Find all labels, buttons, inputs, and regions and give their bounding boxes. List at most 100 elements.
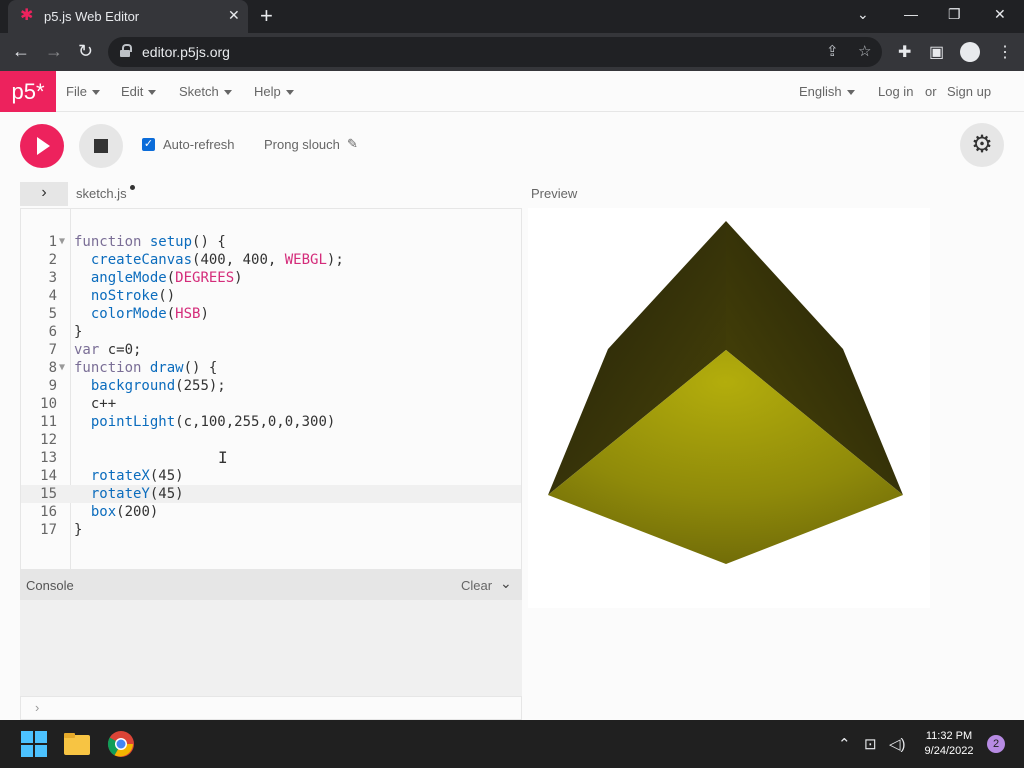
network-icon[interactable]: ⊡ bbox=[864, 735, 877, 753]
code-line[interactable]: 6} bbox=[21, 323, 521, 341]
code-line[interactable]: 14 rotateX(45) bbox=[21, 467, 521, 485]
chevron-down-icon[interactable]: ⌄ bbox=[500, 575, 512, 592]
line-number: 4 bbox=[48, 288, 57, 304]
code-lines[interactable]: 1 ▼ function setup() {2 createCanvas(400, … bbox=[21, 233, 521, 539]
line-number: 6 bbox=[48, 324, 57, 340]
line-number: 15 bbox=[40, 486, 57, 502]
settings-gear-icon[interactable]: ⚙ bbox=[960, 123, 1004, 167]
code-text[interactable]: createCanvas(400, 400, WEBGL); bbox=[74, 251, 344, 269]
code-line[interactable]: 15 rotateY(45) bbox=[21, 485, 521, 503]
console-clear-button[interactable]: Clear bbox=[461, 578, 492, 593]
browser-menu-icon[interactable]: ⋮ bbox=[997, 42, 1013, 62]
login-link[interactable]: Log in bbox=[878, 84, 913, 99]
menu-help[interactable]: Help bbox=[254, 84, 294, 99]
notification-badge[interactable]: 2 bbox=[987, 735, 1005, 753]
close-tab-icon[interactable]: ✕ bbox=[228, 7, 240, 24]
or-text: or bbox=[925, 84, 937, 99]
code-text[interactable]: function draw() { bbox=[74, 359, 217, 377]
console-input[interactable]: › bbox=[20, 696, 522, 720]
code-text[interactable]: } bbox=[74, 521, 82, 539]
sidebar-toggle-chevron-right-icon[interactable]: › bbox=[20, 182, 68, 206]
menu-file[interactable]: File bbox=[66, 84, 100, 99]
new-tab-icon[interactable]: + bbox=[260, 4, 273, 28]
play-button[interactable] bbox=[20, 124, 64, 168]
clock-date: 9/24/2022 bbox=[924, 745, 974, 757]
p5-nav-bar: p5* File Edit Sketch Help English Log in… bbox=[0, 71, 1024, 112]
browser-tab-strip: ✱ p5.js Web Editor ✕ + ⌄ — ❐ ✕ bbox=[0, 0, 1024, 33]
stop-button[interactable] bbox=[79, 124, 123, 168]
code-text[interactable]: pointLight(c,100,255,0,0,300) bbox=[74, 413, 335, 431]
code-line[interactable]: 2 createCanvas(400, 400, WEBGL); bbox=[21, 251, 521, 269]
code-text[interactable]: } bbox=[74, 323, 82, 341]
code-line[interactable]: 8 ▼ function draw() { bbox=[21, 359, 521, 377]
chrome-icon[interactable] bbox=[107, 730, 135, 758]
code-line[interactable]: 5 colorMode(HSB) bbox=[21, 305, 521, 323]
menu-sketch[interactable]: Sketch bbox=[179, 84, 232, 99]
file-tab-sketch-js[interactable]: sketch.js bbox=[76, 186, 127, 201]
code-line[interactable]: 9 background(255); bbox=[21, 377, 521, 395]
sketch-name[interactable]: Prong slouch bbox=[264, 137, 340, 152]
lock-icon[interactable] bbox=[120, 44, 132, 58]
code-text[interactable]: box(200) bbox=[74, 503, 158, 521]
restore-icon[interactable]: ❐ bbox=[948, 6, 961, 23]
address-bar[interactable]: editor.p5js.org ⇪ ☆ bbox=[108, 37, 882, 67]
chevron-down-icon bbox=[285, 90, 294, 96]
chevron-right-icon: › bbox=[35, 700, 40, 715]
menu-edit[interactable]: Edit bbox=[121, 84, 157, 99]
volume-icon[interactable]: ◁) bbox=[889, 735, 906, 753]
side-panel-icon[interactable]: ▣ bbox=[929, 42, 944, 62]
minimize-icon[interactable]: — bbox=[904, 6, 918, 22]
sketch-preview-canvas[interactable] bbox=[528, 208, 930, 608]
reload-icon[interactable]: ↻ bbox=[78, 41, 93, 61]
extensions-icon[interactable]: ✚ bbox=[898, 42, 911, 62]
chevron-down-icon bbox=[223, 90, 232, 96]
chevron-up-icon[interactable]: ⌃ bbox=[838, 735, 851, 753]
line-number: 2 bbox=[48, 252, 57, 268]
share-icon[interactable]: ⇪ bbox=[826, 42, 839, 60]
code-line[interactable]: 12 bbox=[21, 431, 521, 449]
auto-refresh-checkbox[interactable]: ✓ bbox=[142, 138, 155, 151]
code-editor[interactable]: 1 ▼ function setup() {2 createCanvas(400, … bbox=[20, 208, 522, 570]
profile-avatar[interactable] bbox=[960, 42, 980, 62]
code-text[interactable]: rotateX(45) bbox=[74, 467, 184, 485]
code-line[interactable]: 11 pointLight(c,100,255,0,0,300) bbox=[21, 413, 521, 431]
console-output bbox=[20, 600, 522, 696]
code-line[interactable]: 17} bbox=[21, 521, 521, 539]
file-explorer-icon[interactable] bbox=[63, 730, 91, 758]
close-window-icon[interactable]: ✕ bbox=[994, 6, 1006, 23]
code-line[interactable]: 7 var c=0; bbox=[21, 341, 521, 359]
url-text[interactable]: editor.p5js.org bbox=[142, 44, 230, 60]
code-text[interactable]: var c=0; bbox=[74, 341, 141, 359]
taskbar-clock[interactable]: 11:32 PM 9/24/2022 bbox=[914, 729, 984, 759]
signup-link[interactable]: Sign up bbox=[947, 84, 991, 99]
code-text[interactable]: noStroke() bbox=[74, 287, 175, 305]
code-line[interactable]: 1 ▼ function setup() { bbox=[21, 233, 521, 251]
language-select[interactable]: English bbox=[799, 84, 855, 99]
line-number: 12 bbox=[40, 432, 57, 448]
code-text[interactable]: c++ bbox=[74, 395, 116, 413]
back-icon[interactable]: ← bbox=[12, 41, 30, 61]
tab-search-icon[interactable]: ⌄ bbox=[857, 6, 869, 23]
browser-tab[interactable]: ✱ p5.js Web Editor ✕ bbox=[8, 0, 248, 33]
fold-triangle-icon[interactable]: ▼ bbox=[59, 233, 65, 251]
code-text[interactable]: rotateY(45) bbox=[74, 485, 184, 503]
code-text[interactable]: function setup() { bbox=[74, 233, 226, 251]
code-line[interactable]: 10 c++ bbox=[21, 395, 521, 413]
code-line[interactable]: 4 noStroke() bbox=[21, 287, 521, 305]
text-cursor-icon: I bbox=[218, 448, 228, 467]
windows-start-icon[interactable] bbox=[20, 730, 48, 758]
code-line[interactable]: 13 bbox=[21, 449, 521, 467]
p5-logo[interactable]: p5* bbox=[0, 71, 56, 112]
auto-refresh-label[interactable]: Auto-refresh bbox=[163, 137, 235, 152]
forward-icon[interactable]: → bbox=[45, 41, 63, 61]
pencil-icon[interactable]: ✎ bbox=[347, 136, 358, 152]
bookmark-star-icon[interactable]: ☆ bbox=[858, 42, 871, 60]
code-text[interactable]: colorMode(HSB) bbox=[74, 305, 209, 323]
fold-triangle-icon[interactable]: ▼ bbox=[59, 359, 65, 377]
code-line[interactable]: 16 box(200) bbox=[21, 503, 521, 521]
line-number: 3 bbox=[48, 270, 57, 286]
code-text[interactable]: angleMode(DEGREES) bbox=[74, 269, 243, 287]
code-text[interactable]: background(255); bbox=[74, 377, 226, 395]
code-line[interactable]: 3 angleMode(DEGREES) bbox=[21, 269, 521, 287]
line-number: 10 bbox=[40, 396, 57, 412]
